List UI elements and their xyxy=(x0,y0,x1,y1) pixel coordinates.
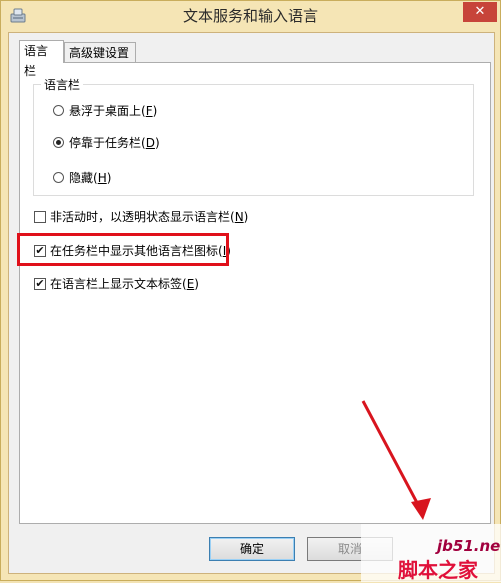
dialog-window: 文本服务和输入语言 ✕ 语言栏 高级键设置 语言栏 悬浮于桌面上(F) 停靠于任… xyxy=(0,0,501,582)
language-bar-groupbox: 语言栏 悬浮于桌面上(F) 停靠于任务栏(D) 隐藏(H) xyxy=(33,76,474,196)
radio-hidden[interactable]: 隐藏(H) xyxy=(53,169,253,187)
checkbox-box[interactable] xyxy=(34,211,46,223)
checkbox-box-checked[interactable]: ✔ xyxy=(34,278,46,290)
close-button[interactable]: ✕ xyxy=(463,2,497,22)
red-highlight-box xyxy=(17,233,229,266)
watermark-logo-text: 脚本之家 xyxy=(398,558,478,582)
radio-button-selected[interactable] xyxy=(53,137,64,148)
title-bar: 文本服务和输入语言 ✕ xyxy=(1,1,500,31)
radio-button[interactable] xyxy=(53,105,64,116)
radio-float-on-desktop[interactable]: 悬浮于桌面上(F) xyxy=(53,102,253,120)
tab-language-bar[interactable]: 语言栏 xyxy=(19,40,64,78)
checkbox-show-text-labels[interactable]: ✔ 在语言栏上显示文本标签(E) xyxy=(34,275,334,293)
tab-advanced-key-settings[interactable]: 高级键设置 xyxy=(64,42,136,63)
radio-button[interactable] xyxy=(53,172,64,183)
checkbox-transparent-when-inactive[interactable]: 非活动时，以透明状态显示语言栏(N) xyxy=(34,208,334,226)
radio-docked-in-taskbar[interactable]: 停靠于任务栏(D) xyxy=(53,134,253,152)
groupbox-legend: 语言栏 xyxy=(41,76,84,93)
tab-label: 高级键设置 xyxy=(69,46,130,60)
close-icon: ✕ xyxy=(474,4,486,19)
watermark-site-text: jb51.net xyxy=(437,537,501,555)
ok-button[interactable]: 确定 xyxy=(209,537,295,561)
red-pointer-arrow xyxy=(361,400,431,520)
window-title: 文本服务和输入语言 xyxy=(182,7,318,25)
